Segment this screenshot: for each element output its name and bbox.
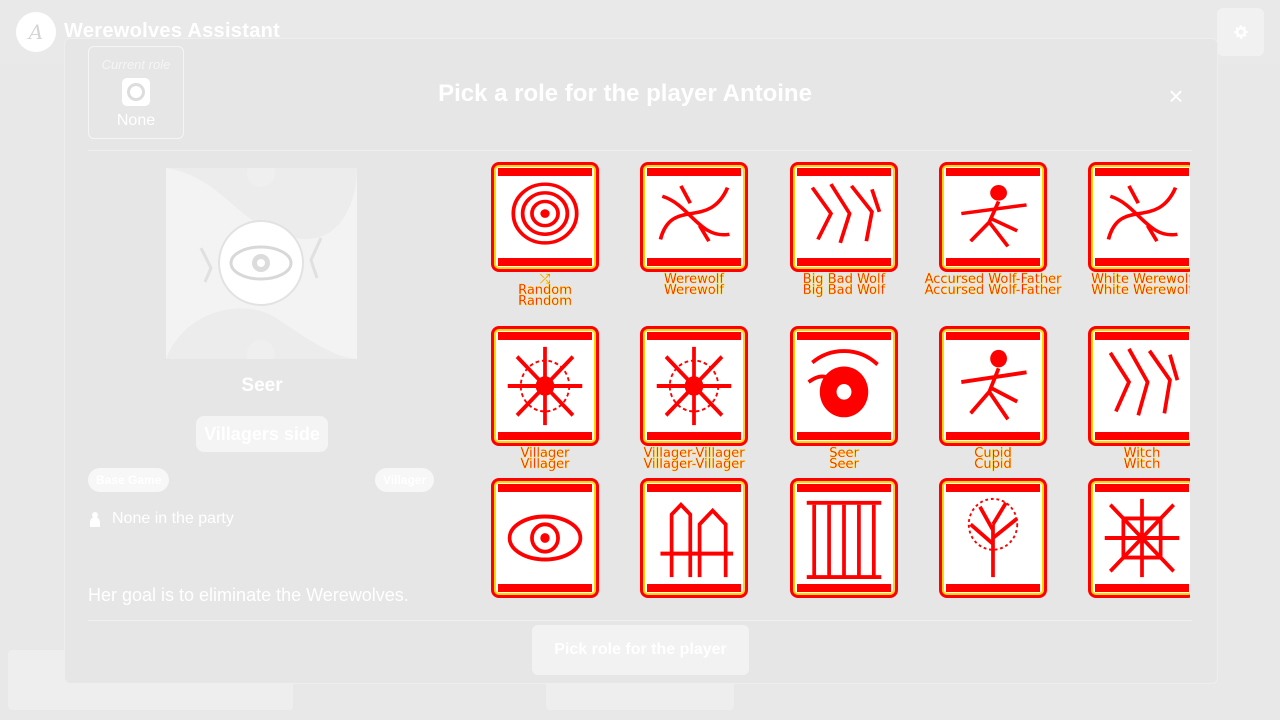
role-card-image [491, 162, 599, 272]
role-description: Her goal is to eliminate the Werewolves. [88, 585, 409, 605]
role-card-label: Cupid Cupid [918, 447, 1068, 472]
close-icon[interactable]: × [1164, 83, 1188, 109]
role-card-label: Werewolf Werewolf [619, 273, 769, 298]
role-card[interactable] [1067, 478, 1190, 598]
role-card-image [939, 478, 1047, 598]
role-card-label: Accursed Wolf-Father Accursed Wolf-Father [918, 273, 1068, 298]
role-card[interactable] [769, 478, 919, 598]
role-label-text: Villager [520, 457, 570, 472]
role-card[interactable]: Werewolf Werewolf [619, 162, 769, 298]
role-card-image [491, 478, 599, 598]
role-card[interactable]: Big Bad Wolf Big Bad Wolf [769, 162, 919, 298]
role-card[interactable]: Cupid Cupid [918, 326, 1068, 472]
role-card-label: Big Bad Wolf Big Bad Wolf [769, 273, 919, 298]
role-card-label: ⤮ Random Random [470, 273, 620, 309]
role-card-image [790, 162, 898, 272]
party-count-row: None in the party [88, 510, 234, 528]
role-card-image [640, 162, 748, 272]
role-card-label: Villager-Villager Villager-Villager [619, 447, 769, 472]
role-card-image [1088, 478, 1190, 598]
role-card-image [640, 478, 748, 598]
role-card-image [790, 326, 898, 446]
role-card-image [790, 478, 898, 598]
role-card[interactable]: Witch Witch [1067, 326, 1190, 472]
current-role-value: None [116, 112, 156, 129]
role-grid: ⤮ Random Random Werewolf Werewolf Big Bad Wo… [470, 162, 1190, 606]
role-side-badge: Villagers side [196, 416, 328, 452]
selected-role-image [166, 168, 357, 359]
role-type-tag: Villager [375, 468, 435, 492]
role-card-image [491, 326, 599, 446]
party-count-text: None in the party [112, 510, 234, 527]
app-logo-icon[interactable]: A [16, 12, 56, 52]
role-card-image [1088, 162, 1190, 272]
role-label-text: Random [518, 294, 572, 309]
role-label-text: Witch [1123, 457, 1161, 472]
role-card-image [939, 326, 1047, 446]
role-card[interactable]: Villager-Villager Villager-Villager [619, 326, 769, 472]
role-label-text: White Werewolf [1091, 283, 1190, 298]
current-role-label: Current role [101, 57, 171, 72]
role-label-text: Big Bad Wolf [802, 283, 886, 298]
role-icon [122, 78, 150, 106]
expansion-tag: Base Game [88, 468, 170, 492]
person-icon [90, 512, 100, 527]
role-label-text: Villager-Villager [643, 457, 745, 472]
divider [88, 150, 1192, 151]
role-label-text: Werewolf [664, 283, 724, 298]
gear-icon [1233, 25, 1248, 39]
settings-button[interactable] [1217, 8, 1264, 56]
role-card[interactable]: Seer Seer [769, 326, 919, 472]
role-label-text: Cupid [974, 457, 1012, 472]
role-card-label: Seer Seer [769, 447, 919, 472]
role-card[interactable] [918, 478, 1068, 598]
role-card[interactable]: Accursed Wolf-Father Accursed Wolf-Father [918, 162, 1068, 298]
role-card[interactable] [470, 478, 620, 598]
role-label-text: Seer [829, 457, 859, 472]
pick-role-button[interactable]: Pick role for the player [532, 625, 749, 675]
selected-role-name: Seer [241, 375, 283, 396]
role-card-label: Villager Villager [470, 447, 620, 472]
current-role-box: Current role None [88, 46, 184, 139]
role-card-image [1088, 326, 1190, 446]
role-card[interactable]: Villager Villager [470, 326, 620, 472]
role-card-label: Witch Witch [1067, 447, 1190, 472]
role-card-label: White Werewolf White Werewolf [1067, 273, 1190, 298]
modal-title: Pick a role for the player Antoine [438, 80, 812, 107]
role-card-image [640, 326, 748, 446]
role-card[interactable]: ⤮ Random Random [470, 162, 620, 309]
role-card-image [939, 162, 1047, 272]
divider [88, 620, 1192, 621]
role-card[interactable] [619, 478, 769, 598]
role-card[interactable]: White Werewolf White Werewolf [1067, 162, 1190, 298]
role-label-text: Accursed Wolf-Father [924, 283, 1062, 298]
